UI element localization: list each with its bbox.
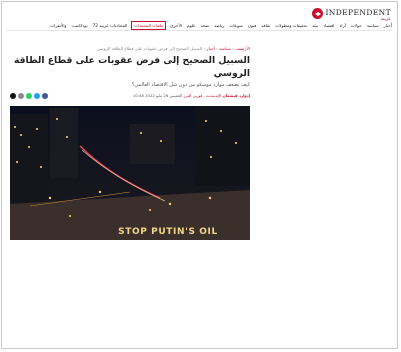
article-section[interactable]: الإندبندنت - فورين أفيرز [184, 93, 222, 98]
nav-item[interactable]: جولات [350, 22, 363, 29]
nav-item[interactable]: تحقيقات ومطولات [274, 22, 308, 29]
main-nav: أخبار سياسة جولات آراء اقتصاد بيئة تحقيقات ومط… [6, 21, 393, 31]
nav-item[interactable]: صحة [200, 22, 211, 29]
share-buttons [10, 93, 48, 99]
nav-item[interactable]: ملفات المحتجات [131, 21, 167, 30]
share-more-icon[interactable] [10, 93, 16, 99]
nav-item[interactable]: سياسة [366, 22, 380, 29]
breadcrumb-politics[interactable]: سياسة [219, 46, 231, 51]
logo-eagle-icon [312, 8, 324, 19]
breadcrumb-separator: › [232, 46, 234, 51]
share-email-icon[interactable] [18, 93, 24, 99]
nav-item[interactable]: المحادثات عربية 72 [92, 22, 129, 29]
nav-item[interactable]: الأخرى [169, 22, 183, 29]
nav-item[interactable]: منوعات [228, 22, 243, 29]
nav-item[interactable]: أخبار [383, 22, 393, 29]
article-subtitle: كيف تضعف موارد موسكو من دون شل الاقتصاد … [131, 82, 250, 88]
article-photo: STOP PUTIN'S OIL [10, 106, 250, 240]
breadcrumb-archive[interactable]: الأرشيف [235, 46, 250, 51]
breadcrumb-separator: › [203, 46, 206, 51]
nav-item[interactable]: آراء [338, 22, 346, 29]
breadcrumb-separator: › [216, 46, 218, 51]
photo-slogan: STOP PUTIN'S OIL [118, 227, 218, 237]
breadcrumb-current: السبيل الصحيح إلى فرض عقوبات على قطاع ال… [96, 46, 203, 51]
logo-name: INDEPENDENT [325, 8, 391, 17]
share-facebook-icon[interactable] [42, 93, 48, 99]
nav-item[interactable]: ثقافة [260, 22, 271, 29]
share-whatsapp-icon[interactable] [26, 93, 32, 99]
author-name[interactable]: إدوارد فيشمان [223, 93, 250, 98]
nav-item[interactable]: بيئة [311, 22, 319, 29]
article: الأرشيف › سياسة › أخبار › السبيل الصحيح … [10, 46, 250, 240]
article-date: الخميس 26 مايو 2022 10:48 [132, 93, 183, 98]
nav-item[interactable]: رياضة [213, 22, 225, 29]
nav-item[interactable]: علوم [186, 22, 197, 29]
breadcrumb-news[interactable]: أخبار [206, 46, 214, 51]
browser-frame: INDEPENDENT عربية أخبار سياسة جولات آراء اقت… [1, 1, 398, 349]
share-twitter-icon[interactable] [34, 93, 40, 99]
article-meta: إدوارد فيشمان الإندبندنت - فورين أفيرز ا… [10, 93, 250, 101]
nav-item[interactable]: بودكاست [71, 22, 89, 29]
byline: إدوارد فيشمان الإندبندنت - فورين أفيرز ا… [133, 93, 250, 98]
article-headline: السبيل الصحيح إلى فرض عقوبات على قطاع ال… [13, 55, 250, 79]
breadcrumb: الأرشيف › سياسة › أخبار › السبيل الصحيح … [10, 46, 250, 51]
nav-item[interactable]: والأنقرات [49, 22, 67, 29]
nav-item[interactable]: فنون [247, 22, 258, 29]
nav-item[interactable]: اقتصاد [322, 22, 335, 29]
